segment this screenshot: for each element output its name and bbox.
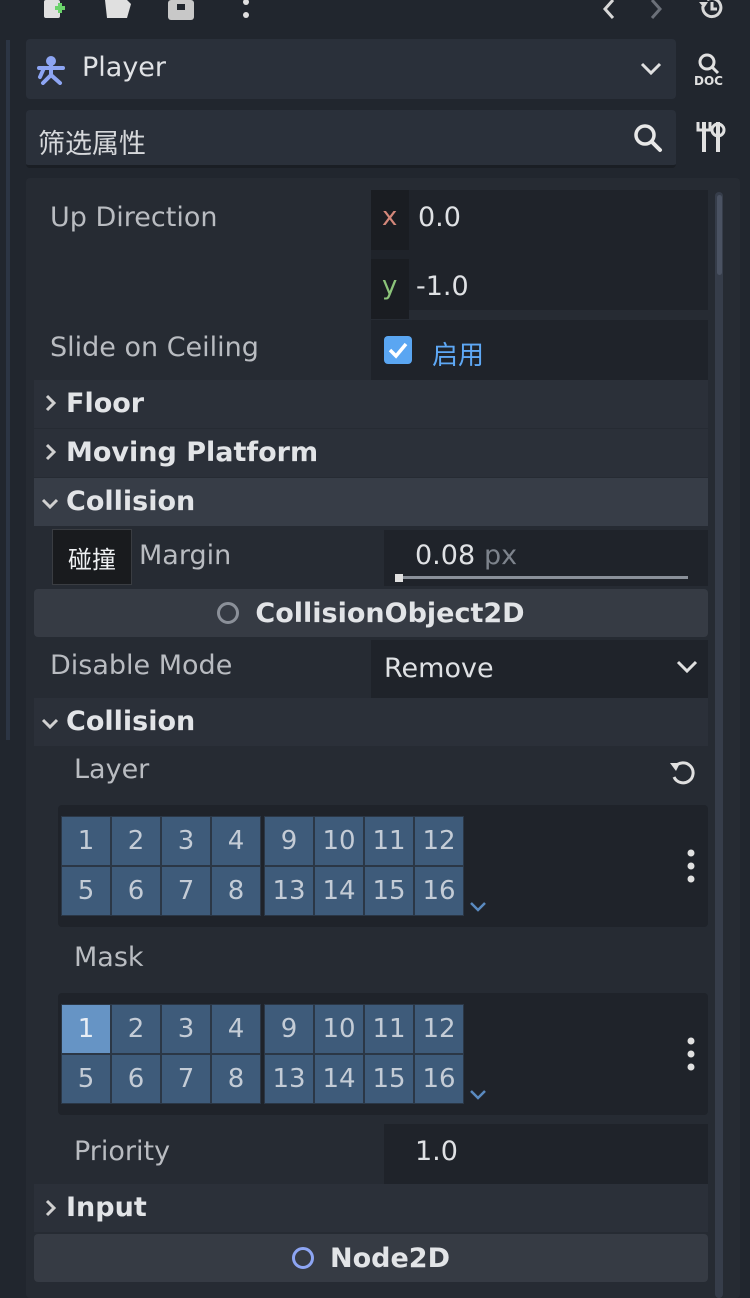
mask-bit-10[interactable]: 10 bbox=[314, 1004, 364, 1054]
y-axis-label: y bbox=[382, 271, 398, 301]
chevron-right-icon bbox=[44, 441, 58, 468]
layer-bit-9[interactable]: 9 bbox=[264, 816, 314, 866]
category-node2d-title: Node2D bbox=[330, 1242, 450, 1274]
category-collision-object-2d-title: CollisionObject2D bbox=[255, 597, 525, 629]
layer-bit-13[interactable]: 13 bbox=[264, 866, 314, 916]
more-vert-icon[interactable] bbox=[231, 0, 261, 24]
layer-grid-group-2: 9 10 11 12 13 14 15 16 bbox=[264, 816, 464, 916]
mask-bit-8[interactable]: 8 bbox=[211, 1054, 261, 1104]
slide-on-ceiling-checkbox[interactable] bbox=[384, 336, 412, 368]
collision-object-icon bbox=[217, 602, 240, 624]
inspector-scrollbar[interactable] bbox=[715, 192, 723, 1298]
safe-margin-unit: px bbox=[484, 540, 518, 571]
x-axis-label: x bbox=[382, 202, 398, 232]
mask-bit-3[interactable]: 3 bbox=[161, 1004, 211, 1054]
character-body-icon bbox=[36, 55, 66, 89]
mask-bit-5[interactable]: 5 bbox=[61, 1054, 111, 1104]
layer-bit-8[interactable]: 8 bbox=[211, 866, 261, 916]
mask-bit-4[interactable]: 4 bbox=[211, 1004, 261, 1054]
safe-margin-label: Margin bbox=[139, 540, 232, 571]
inspector-scrollbar-grabber[interactable] bbox=[717, 195, 722, 275]
mask-bit-12[interactable]: 12 bbox=[414, 1004, 464, 1054]
tools-icon[interactable] bbox=[696, 120, 728, 158]
mask-label: Mask bbox=[74, 942, 144, 973]
tooltip: 碰撞 bbox=[52, 529, 132, 585]
layer-grid-group-1: 1234 5678 bbox=[61, 816, 261, 916]
mask-bit-6[interactable]: 6 bbox=[111, 1054, 161, 1104]
revert-icon[interactable] bbox=[668, 759, 696, 791]
category-node2d[interactable]: Node2D bbox=[34, 1234, 708, 1282]
chevron-right-icon bbox=[44, 1197, 58, 1224]
section-floor-title: Floor bbox=[66, 388, 145, 419]
layer-bit-7[interactable]: 7 bbox=[161, 866, 211, 916]
layer-bit-6[interactable]: 6 bbox=[111, 866, 161, 916]
layer-bit-15[interactable]: 15 bbox=[364, 866, 414, 916]
mask-bit-9[interactable]: 9 bbox=[264, 1004, 314, 1054]
node2d-icon bbox=[292, 1247, 314, 1269]
layer-bit-11[interactable]: 11 bbox=[364, 816, 414, 866]
safe-margin-slider-grabber[interactable] bbox=[395, 574, 403, 582]
expand-layers-icon[interactable] bbox=[469, 898, 487, 917]
new-script-icon[interactable] bbox=[40, 0, 70, 24]
node-name: Player bbox=[82, 52, 167, 83]
save-icon[interactable] bbox=[166, 0, 196, 24]
safe-margin-slider[interactable] bbox=[396, 576, 688, 579]
up-direction-x-field[interactable]: 0.0 bbox=[418, 202, 461, 233]
history-forward-icon[interactable] bbox=[641, 0, 671, 24]
chevron-down-icon[interactable] bbox=[638, 58, 664, 84]
left-dock-accent bbox=[6, 40, 10, 740]
layer-bit-14[interactable]: 14 bbox=[314, 866, 364, 916]
mask-bit-15[interactable]: 15 bbox=[364, 1054, 414, 1104]
history-back-icon[interactable] bbox=[594, 0, 624, 24]
doc-help-icon[interactable]: DOC bbox=[694, 52, 728, 92]
chevron-down-icon bbox=[40, 714, 60, 738]
chevron-down-icon bbox=[40, 494, 60, 518]
priority-value: 1.0 bbox=[415, 1136, 458, 1167]
layer-bit-1[interactable]: 1 bbox=[61, 816, 111, 866]
mask-bit-2[interactable]: 2 bbox=[111, 1004, 161, 1054]
layer-bit-16[interactable]: 16 bbox=[414, 866, 464, 916]
section-moving-platform-title: Moving Platform bbox=[66, 437, 319, 468]
expand-mask-icon[interactable] bbox=[469, 1086, 487, 1105]
doc-label: DOC bbox=[694, 74, 723, 88]
section-collision-title: Collision bbox=[66, 486, 196, 517]
layer-bit-3[interactable]: 3 bbox=[161, 816, 211, 866]
search-icon bbox=[633, 123, 663, 157]
mask-bit-7[interactable]: 7 bbox=[161, 1054, 211, 1104]
chevron-down-icon bbox=[675, 658, 699, 682]
slide-on-ceiling-label: Slide on Ceiling bbox=[50, 332, 259, 363]
layer-bit-12[interactable]: 12 bbox=[414, 816, 464, 866]
mask-bit-14[interactable]: 14 bbox=[314, 1054, 364, 1104]
layer-menu-icon[interactable] bbox=[684, 848, 698, 888]
disable-mode-label: Disable Mode bbox=[50, 650, 233, 681]
up-direction-label: Up Direction bbox=[50, 202, 218, 233]
slide-on-ceiling-value: 启用 bbox=[432, 341, 485, 371]
mask-bit-1[interactable]: 1 bbox=[61, 1004, 111, 1054]
mask-grid-group-1: 1234 5678 bbox=[61, 1004, 261, 1104]
layer-bit-4[interactable]: 4 bbox=[211, 816, 261, 866]
mask-bit-16[interactable]: 16 bbox=[414, 1054, 464, 1104]
mask-menu-icon[interactable] bbox=[684, 1036, 698, 1076]
section-collision-layers-title: Collision bbox=[66, 706, 196, 737]
history-list-icon[interactable] bbox=[697, 0, 727, 24]
layer-label: Layer bbox=[74, 754, 150, 785]
open-folder-icon[interactable] bbox=[103, 0, 133, 24]
category-collision-object-2d[interactable]: CollisionObject2D bbox=[34, 589, 708, 637]
layer-bit-5[interactable]: 5 bbox=[61, 866, 111, 916]
mask-bit-13[interactable]: 13 bbox=[264, 1054, 314, 1104]
priority-label: Priority bbox=[74, 1136, 171, 1167]
up-direction-y-field[interactable]: -1.0 bbox=[416, 271, 469, 302]
layer-bit-2[interactable]: 2 bbox=[111, 816, 161, 866]
mask-bit-11[interactable]: 11 bbox=[364, 1004, 414, 1054]
filter-placeholder: 筛选属性 bbox=[38, 129, 146, 160]
mask-grid-group-2: 9 10 11 12 13 14 15 16 bbox=[264, 1004, 464, 1104]
chevron-right-icon bbox=[44, 392, 58, 419]
disable-mode-value: Remove bbox=[384, 653, 494, 684]
safe-margin-value: 0.08 bbox=[415, 540, 476, 571]
section-input-title: Input bbox=[66, 1192, 147, 1223]
layer-bit-10[interactable]: 10 bbox=[314, 816, 364, 866]
